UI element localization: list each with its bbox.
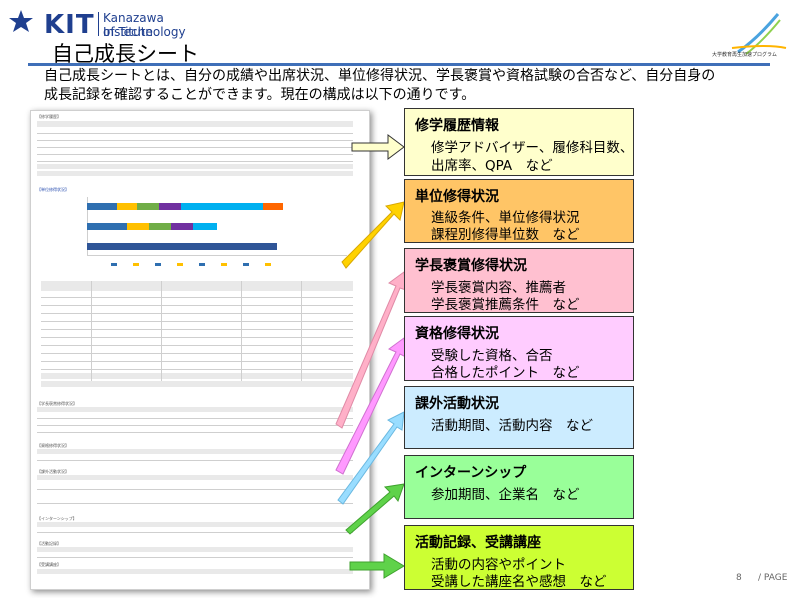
callout-line: 出席率、QPA など	[431, 158, 553, 174]
callout-license: 資格修得状況 受験した資格、合否 合格したポイント など	[404, 316, 634, 381]
callout-title: インターンシップ	[415, 465, 527, 481]
callout-line: 学長褒賞推薦条件 など	[431, 297, 580, 313]
arrow-credits	[341, 201, 405, 269]
callout-arrows	[335, 134, 407, 579]
callout-line: 参加期間、企業名 など	[431, 487, 580, 503]
callout-award: 学長褒賞修得状況 学長褒賞内容、推薦者 学長褒賞推薦条件 など	[404, 248, 634, 313]
callout-title: 資格修得状況	[415, 326, 499, 342]
callout-internship: インターンシップ 参加期間、企業名 など	[404, 455, 634, 519]
callout-line: 活動期間、活動内容 など	[431, 418, 593, 434]
page-number: 8	[736, 573, 742, 583]
callout-extracurricular: 課外活動状況 活動期間、活動内容 など	[404, 386, 634, 449]
callout-study-history: 修学履歴情報 修学アドバイザー、履修科目数、 出席率、QPA など	[404, 108, 634, 176]
page-label: / PAGE	[758, 573, 788, 583]
callout-line: 受講した講座名や感想 など	[431, 574, 607, 590]
callout-credits: 単位修得状況 進級条件、単位修得状況 課程別修得単位数 など	[404, 179, 634, 243]
callout-title: 活動記録、受講講座	[415, 535, 541, 551]
callout-title: 学長褒賞修得状況	[415, 258, 527, 274]
callout-line: 課程別修得単位数 など	[431, 227, 580, 243]
callout-line: 合格したポイント など	[431, 365, 580, 381]
callout-title: 修学履歴情報	[415, 118, 499, 134]
arrow-study-history	[351, 134, 405, 160]
callout-line: 修学アドバイザー、履修科目数、	[431, 140, 634, 156]
arrow-internship	[345, 483, 405, 535]
callout-title: 課外活動状況	[415, 396, 499, 412]
callout-title: 単位修得状況	[415, 189, 499, 205]
callout-activity: 活動記録、受講講座 活動の内容やポイント 受講した講座名や感想 など	[404, 525, 634, 590]
arrow-activity	[349, 553, 405, 579]
